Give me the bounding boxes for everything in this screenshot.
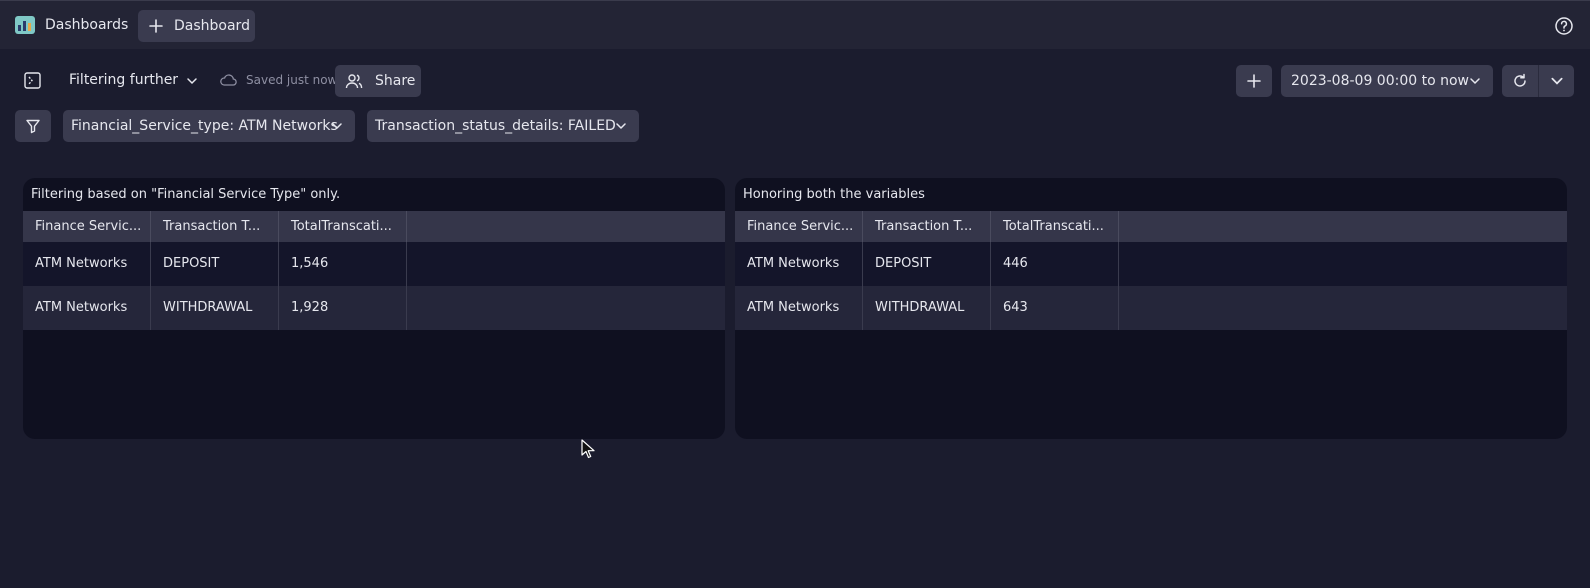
- table-cell: 446: [991, 242, 1119, 286]
- refresh-options-button[interactable]: [1539, 65, 1574, 97]
- variable-chip-transaction-status[interactable]: Transaction_status_details: FAILED: [367, 110, 639, 142]
- table-cell: DEPOSIT: [151, 242, 279, 286]
- data-table: Finance Servic... Transaction T... Total…: [735, 211, 1567, 330]
- filter-button[interactable]: [15, 110, 51, 142]
- table-row: ATM Networks DEPOSIT 1,546: [23, 242, 725, 286]
- cloud-icon: [220, 74, 237, 86]
- add-tile-button[interactable]: [1236, 65, 1272, 97]
- table-cell: DEPOSIT: [863, 242, 991, 286]
- refresh-button[interactable]: [1502, 65, 1538, 97]
- table-tile[interactable]: Filtering based on "Financial Service Ty…: [23, 178, 725, 439]
- table-cell: ATM Networks: [23, 286, 151, 330]
- table-cell: 643: [991, 286, 1119, 330]
- users-icon: [345, 74, 363, 89]
- new-dashboard-button[interactable]: Dashboard: [138, 10, 255, 42]
- new-dashboard-label: Dashboard: [174, 18, 250, 34]
- filter-icon: [26, 119, 40, 134]
- table-header: Finance Servic... Transaction T... Total…: [23, 211, 725, 242]
- table-cell: WITHDRAWAL: [151, 286, 279, 330]
- chevron-down-icon: [1550, 77, 1563, 85]
- timeframe-selector[interactable]: 2023-08-09 00:00 to now: [1281, 65, 1493, 97]
- chevron-down-icon[interactable]: [186, 75, 198, 87]
- refresh-icon: [1514, 73, 1526, 87]
- tile-title: Filtering based on "Financial Service Ty…: [31, 187, 341, 202]
- dashboards-app-icon[interactable]: [15, 16, 35, 34]
- table-row: ATM Networks DEPOSIT 446: [735, 242, 1567, 286]
- variable-chip-financial-service-type[interactable]: Financial_Service_type: ATM Networks: [63, 110, 355, 142]
- refresh-group: [1502, 65, 1574, 97]
- variable-chip-label: Financial_Service_type: ATM Networks: [71, 118, 338, 134]
- sidebar-toggle-icon[interactable]: [24, 72, 41, 89]
- top-bar: Dashboards Dashboard: [0, 0, 1590, 49]
- chevron-down-icon: [616, 123, 626, 130]
- table-row: ATM Networks WITHDRAWAL 643: [735, 286, 1567, 330]
- table-cell: ATM Networks: [23, 242, 151, 286]
- variable-chip-label: Transaction_status_details: FAILED: [375, 118, 616, 134]
- column-header[interactable]: Finance Servic...: [23, 211, 151, 242]
- table-cell: ATM Networks: [735, 242, 863, 286]
- dashboard-name[interactable]: Filtering further: [69, 72, 178, 88]
- tile-title: Honoring both the variables: [743, 187, 925, 202]
- chevron-down-icon: [1470, 78, 1480, 85]
- column-header[interactable]: TotalTranscati...: [991, 211, 1119, 242]
- table-cell: ATM Networks: [735, 286, 863, 330]
- plus-icon: [149, 19, 163, 33]
- chevron-down-icon: [332, 123, 342, 130]
- save-status: Saved just now: [246, 73, 338, 87]
- share-button[interactable]: Share: [335, 65, 421, 97]
- table-cell: 1,546: [279, 242, 407, 286]
- share-label: Share: [375, 73, 416, 89]
- help-icon[interactable]: [1554, 16, 1574, 36]
- mouse-pointer-icon: [581, 439, 595, 459]
- table-header: Finance Servic... Transaction T... Total…: [735, 211, 1567, 242]
- timeframe-label: 2023-08-09 00:00 to now: [1291, 73, 1470, 89]
- column-header[interactable]: Finance Servic...: [735, 211, 863, 242]
- plus-icon: [1247, 74, 1261, 88]
- data-table: Finance Servic... Transaction T... Total…: [23, 211, 725, 330]
- column-header[interactable]: TotalTranscati...: [279, 211, 407, 242]
- table-row: ATM Networks WITHDRAWAL 1,928: [23, 286, 725, 330]
- table-tile[interactable]: Honoring both the variables Finance Serv…: [735, 178, 1567, 439]
- column-header[interactable]: Transaction T...: [863, 211, 991, 242]
- table-cell: 1,928: [279, 286, 407, 330]
- column-header[interactable]: Transaction T...: [151, 211, 279, 242]
- table-cell: WITHDRAWAL: [863, 286, 991, 330]
- app-title[interactable]: Dashboards: [45, 17, 128, 33]
